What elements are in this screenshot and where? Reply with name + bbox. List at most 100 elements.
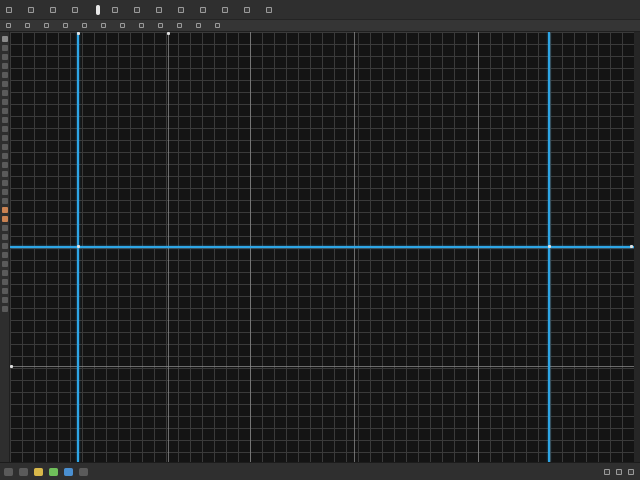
redo-icon: [82, 23, 87, 28]
menu-select[interactable]: [176, 3, 188, 17]
symbol-sprayer-tool-icon[interactable]: [1, 234, 8, 240]
pencil-tool-icon[interactable]: [1, 108, 8, 114]
scale-tool-icon[interactable]: [1, 126, 8, 132]
menu-view[interactable]: [48, 3, 60, 17]
guide-anchor[interactable]: [630, 245, 633, 248]
guide-anchor[interactable]: [548, 245, 551, 248]
statusbar-right: [598, 468, 640, 475]
menu-window[interactable]: [220, 3, 232, 17]
new-icon: [6, 23, 11, 28]
guide-anchor[interactable]: [77, 245, 80, 248]
folder-icon[interactable]: [34, 467, 43, 476]
window-icon: [222, 6, 228, 13]
menu-effects[interactable]: [198, 3, 210, 17]
menu-settings[interactable]: [264, 3, 276, 17]
warp-tool-icon[interactable]: [1, 144, 8, 150]
fill-color-icon[interactable]: [1, 207, 8, 213]
menu-help[interactable]: [242, 3, 254, 17]
volume-icon[interactable]: [616, 468, 622, 475]
toolbar-export-button[interactable]: [213, 21, 224, 30]
guide-anchor[interactable]: [167, 32, 170, 35]
toolbar-zoom-button[interactable]: [99, 21, 110, 30]
guide-icon: [196, 23, 201, 28]
stroke-color-icon[interactable]: [1, 216, 8, 222]
zoom-icon: [101, 23, 106, 28]
screen-mode-icon[interactable]: [1, 306, 8, 312]
open-icon: [25, 23, 30, 28]
free-transform-tool-icon[interactable]: [1, 153, 8, 159]
statusbar: [0, 462, 640, 480]
hand-tool-icon[interactable]: [1, 288, 8, 294]
select-icon: [178, 6, 184, 13]
slice-tool-icon[interactable]: [1, 261, 8, 267]
text-icon: [156, 6, 162, 13]
toolbox: [0, 32, 10, 462]
undo-icon: [63, 23, 68, 28]
app-icon[interactable]: [64, 467, 73, 476]
document-icon: [112, 6, 118, 13]
pen-tool-icon[interactable]: [1, 54, 8, 60]
brush-tool-icon[interactable]: [1, 99, 8, 105]
browser-icon[interactable]: [49, 467, 58, 476]
menu-text[interactable]: [154, 3, 166, 17]
menu-edit[interactable]: [26, 3, 38, 17]
direct-select-tool-icon[interactable]: [1, 45, 8, 51]
menu-object[interactable]: [132, 3, 144, 17]
save-icon: [44, 23, 49, 28]
gradient-tool-icon[interactable]: [1, 189, 8, 195]
network-icon[interactable]: [604, 468, 610, 475]
toolbar-open-button[interactable]: [23, 21, 34, 30]
toolbar-align-button[interactable]: [137, 21, 148, 30]
toolbar-snap-button[interactable]: [118, 21, 129, 30]
drawing-canvas[interactable]: [10, 32, 634, 462]
toolbar-redo-button[interactable]: [80, 21, 91, 30]
toolbar-distribute-button[interactable]: [156, 21, 167, 30]
start-icon[interactable]: [4, 467, 13, 476]
menu-file[interactable]: [4, 3, 16, 17]
graph-tool-icon[interactable]: [1, 243, 8, 249]
menubar: [0, 0, 640, 20]
blend-tool-icon[interactable]: [1, 225, 8, 231]
active-tool-indicator: [96, 4, 100, 15]
guide-anchor[interactable]: [77, 32, 80, 35]
guide-anchor[interactable]: [10, 365, 13, 368]
app-icon-2[interactable]: [79, 467, 88, 476]
rotate-tool-icon[interactable]: [1, 117, 8, 123]
distribute-icon: [158, 23, 163, 28]
scissors-tool-icon[interactable]: [1, 279, 8, 285]
edit-icon: [28, 6, 34, 13]
export-icon: [215, 23, 220, 28]
rectangle-tool-icon[interactable]: [1, 81, 8, 87]
menu-layer[interactable]: [70, 3, 82, 17]
mesh-tool-icon[interactable]: [1, 180, 8, 186]
toolbar-grid-button[interactable]: [175, 21, 186, 30]
search-icon[interactable]: [19, 467, 28, 476]
design-app-window: [0, 0, 640, 480]
perspective-tool-icon[interactable]: [1, 171, 8, 177]
align-icon: [139, 23, 144, 28]
file-icon: [6, 6, 12, 13]
settings-icon: [266, 6, 272, 13]
selection-tool-icon[interactable]: [1, 36, 8, 42]
eraser-tool-icon[interactable]: [1, 270, 8, 276]
width-tool-icon[interactable]: [1, 135, 8, 141]
help-icon: [244, 6, 250, 13]
shape-builder-tool-icon[interactable]: [1, 162, 8, 168]
notification-icon[interactable]: [628, 468, 634, 475]
effects-icon: [200, 6, 206, 13]
ellipse-tool-icon[interactable]: [1, 90, 8, 96]
type-tool-icon[interactable]: [1, 63, 8, 69]
toolbar: [0, 20, 640, 32]
major-grid-line: [10, 366, 634, 367]
view-icon: [50, 6, 56, 13]
toolbar-undo-button[interactable]: [61, 21, 72, 30]
toolbar-new-button[interactable]: [4, 21, 15, 30]
menu-document[interactable]: [110, 3, 122, 17]
line-tool-icon[interactable]: [1, 72, 8, 78]
toolbar-save-button[interactable]: [42, 21, 53, 30]
artboard-tool-icon[interactable]: [1, 252, 8, 258]
eyedropper-tool-icon[interactable]: [1, 198, 8, 204]
horizontal-guide[interactable]: [10, 246, 634, 248]
toolbar-guide-button[interactable]: [194, 21, 205, 30]
zoom-tool-icon[interactable]: [1, 297, 8, 303]
